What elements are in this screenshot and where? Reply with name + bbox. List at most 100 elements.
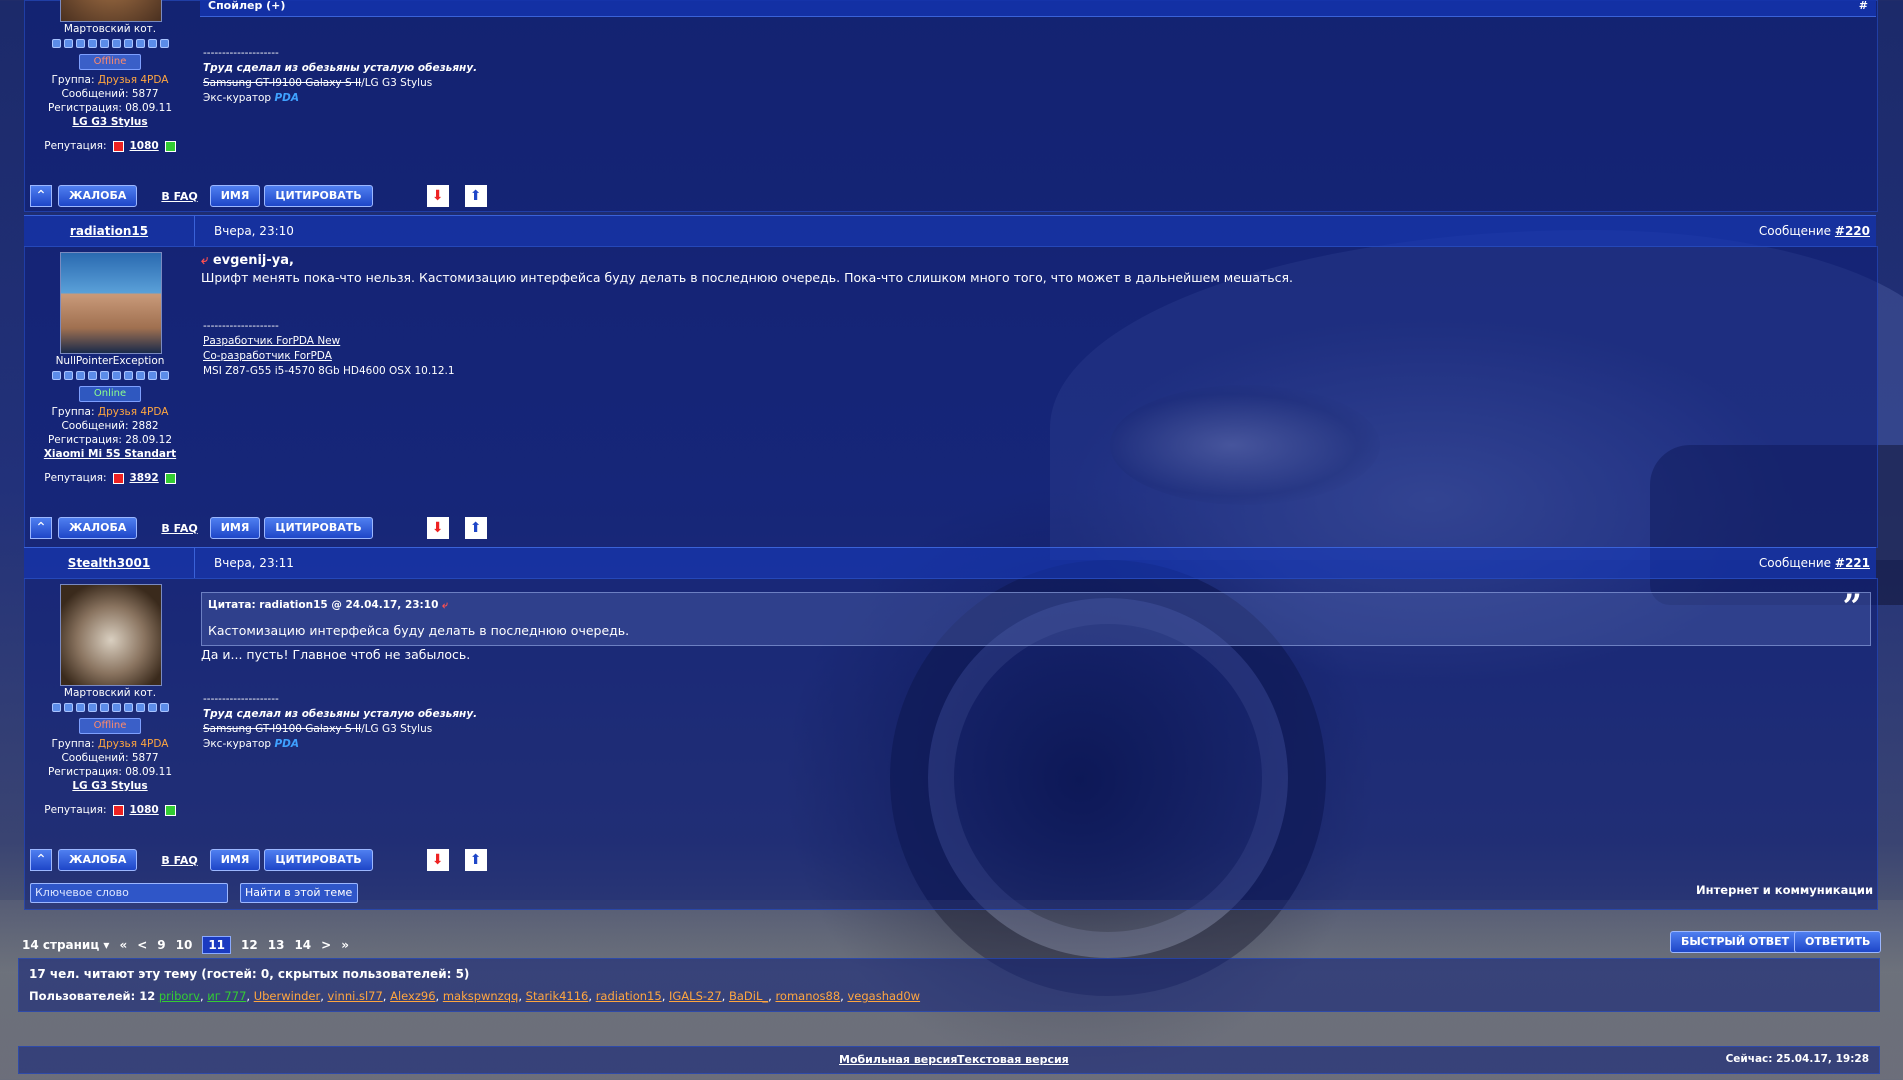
spoiler-hash[interactable]: # (1859, 0, 1868, 12)
last-page-link[interactable]: » (341, 938, 349, 952)
name-button[interactable]: ИМЯ (209, 185, 261, 207)
reader-user-link[interactable]: vinni.sl77 (328, 989, 383, 1003)
complain-button[interactable]: ЖАЛОБА (58, 185, 138, 207)
quote-button[interactable]: ЦИТИРОВАТЬ (264, 849, 373, 871)
reputation-minus-icon[interactable] (112, 804, 124, 816)
reader-user-link[interactable]: romanos88 (775, 989, 840, 1003)
device-link[interactable]: Xiaomi Mi 5S Standart (25, 447, 195, 461)
reputation-value[interactable]: 3892 (130, 471, 159, 485)
status-badge: Online (79, 386, 141, 402)
author-link[interactable]: radiation15 (24, 216, 195, 246)
signature-link[interactable]: Разработчик ForPDA New (203, 334, 455, 349)
pagination: 14 страниц ▾ « < 9 10 11 12 13 14 > » (22, 936, 349, 954)
messages-count: Сообщений: 5877 (61, 752, 159, 764)
reply-button[interactable]: ОТВЕТИТЬ (1794, 931, 1882, 953)
page-link[interactable]: 13 (268, 938, 285, 952)
up-arrow-icon[interactable]: ⬆ (464, 849, 487, 871)
footer-bar: Мобильная версия Текстовая версия Сейчас… (18, 1046, 1880, 1074)
readers-panel: 17 чел. читают эту тему (гостей: 0, скры… (18, 958, 1880, 1012)
first-page-link[interactable]: « (119, 938, 127, 952)
device-link[interactable]: LG G3 Stylus (25, 115, 195, 129)
reputation-plus-icon[interactable] (164, 472, 176, 484)
reader-user-link[interactable]: Starik4116 (526, 989, 589, 1003)
scroll-top-button[interactable]: ⌃ (30, 517, 52, 539)
signature: -------------------- Разработчик ForPDA … (203, 319, 455, 379)
author-link[interactable]: Stealth3001 (24, 548, 195, 578)
text-version-link[interactable]: Текстовая версия (957, 1053, 1069, 1066)
user-title: NullPointerException (55, 355, 165, 367)
chevron-up-icon: ⌃ (35, 520, 47, 536)
group-value[interactable]: Друзья 4PDA (98, 738, 169, 750)
reader-user-link[interactable]: makspwnzqq (443, 989, 519, 1003)
quote-text: Кастомизацию интерфейса буду делать в по… (208, 623, 630, 638)
message-number-link[interactable]: #221 (1835, 556, 1870, 570)
faq-link[interactable]: В FAQ (161, 522, 197, 535)
user-info: Мартовский кот. Offline Группа: Друзья 4… (25, 22, 195, 153)
category-label[interactable]: Интернет и коммуникации (1696, 883, 1873, 897)
message-label: Сообщение (1758, 224, 1832, 238)
quote-header: Цитата: radiation15 @ 24.04.17, 23:10 (208, 599, 439, 611)
device-link[interactable]: LG G3 Stylus (25, 779, 195, 793)
reply-to-user[interactable]: evgenij-ya, (213, 253, 294, 268)
scroll-top-button[interactable]: ⌃ (30, 849, 52, 871)
complain-button[interactable]: ЖАЛОБА (58, 517, 138, 539)
scroll-top-button[interactable]: ⌃ (30, 185, 52, 207)
message-number-link[interactable]: #220 (1835, 224, 1870, 238)
complain-button[interactable]: ЖАЛОБА (58, 849, 138, 871)
signature-divider: -------------------- (203, 47, 279, 59)
post-1 (24, 0, 1878, 212)
reader-user-link[interactable]: иг 777 (207, 989, 246, 1003)
reader-user-link[interactable]: Uberwinder (254, 989, 321, 1003)
reputation-minus-icon[interactable] (112, 140, 124, 152)
down-arrow-icon[interactable]: ⬇ (426, 849, 449, 871)
name-button[interactable]: ИМЯ (209, 517, 261, 539)
name-button[interactable]: ИМЯ (209, 849, 261, 871)
quote-button[interactable]: ЦИТИРОВАТЬ (264, 517, 373, 539)
page-link[interactable]: 10 (176, 938, 193, 952)
page-link[interactable]: 9 (157, 938, 165, 952)
page-link[interactable]: 12 (241, 938, 258, 952)
faq-link[interactable]: В FAQ (161, 190, 197, 203)
down-arrow-icon[interactable]: ⬇ (426, 185, 449, 207)
reputation-minus-icon[interactable] (112, 472, 124, 484)
pda-logo-icon: PDA (274, 738, 299, 750)
reader-user-link[interactable]: IGALS-27 (669, 989, 722, 1003)
down-arrow-icon[interactable]: ⬇ (426, 517, 449, 539)
post-body: Да и... пусть! Главное чтоб не забылось. (201, 646, 1851, 663)
messages-count: Сообщений: 2882 (61, 420, 159, 432)
reply-arrow-icon: ⤶ (201, 253, 209, 268)
reader-user-link[interactable]: Alexz96 (390, 989, 435, 1003)
group-value[interactable]: Друзья 4PDA (98, 74, 169, 86)
pages-dropdown[interactable]: 14 страниц ▾ (22, 938, 109, 952)
signature-line: /LG G3 Stylus (361, 77, 433, 89)
next-page-link[interactable]: > (321, 938, 331, 952)
chevron-up-icon: ⌃ (35, 188, 47, 204)
up-arrow-icon[interactable]: ⬆ (464, 185, 487, 207)
reputation-value[interactable]: 1080 (130, 139, 159, 153)
prev-page-link[interactable]: < (137, 938, 147, 952)
reply-arrow-icon[interactable]: ⤶ (442, 599, 448, 611)
avatar (60, 0, 162, 22)
reputation-plus-icon[interactable] (164, 804, 176, 816)
keyword-search-input[interactable]: Ключевое слово (30, 883, 228, 903)
page-link[interactable]: 14 (294, 938, 311, 952)
quick-reply-button[interactable]: БЫСТРЫЙ ОТВЕТ (1670, 931, 1801, 953)
signature-divider: -------------------- (203, 320, 279, 332)
reader-user-link[interactable]: vegashad0w (847, 989, 920, 1003)
reader-user-link[interactable]: priborv (159, 989, 200, 1003)
faq-link[interactable]: В FAQ (161, 854, 197, 867)
spoiler-bar[interactable]: Спойлер (+) # (200, 0, 1876, 17)
reader-user-link[interactable]: BaDiL_ (729, 989, 768, 1003)
signature-link[interactable]: Со-разработчик ForPDA (203, 349, 455, 364)
search-in-topic-button[interactable]: Найти в этой теме (240, 883, 358, 903)
spoiler-toggle[interactable]: Спойлер (+) (208, 0, 285, 12)
group-value[interactable]: Друзья 4PDA (98, 406, 169, 418)
up-arrow-icon[interactable]: ⬆ (464, 517, 487, 539)
reputation-value[interactable]: 1080 (130, 803, 159, 817)
signature-line: MSI Z87-G55 i5-4570 8Gb HD4600 OSX 10.12… (203, 365, 455, 377)
quote-button[interactable]: ЦИТИРОВАТЬ (264, 185, 373, 207)
reader-user-link[interactable]: radiation15 (596, 989, 662, 1003)
reputation-plus-icon[interactable] (164, 140, 176, 152)
mobile-version-link[interactable]: Мобильная версия (839, 1053, 957, 1066)
reputation-label: Репутация: (44, 472, 107, 484)
